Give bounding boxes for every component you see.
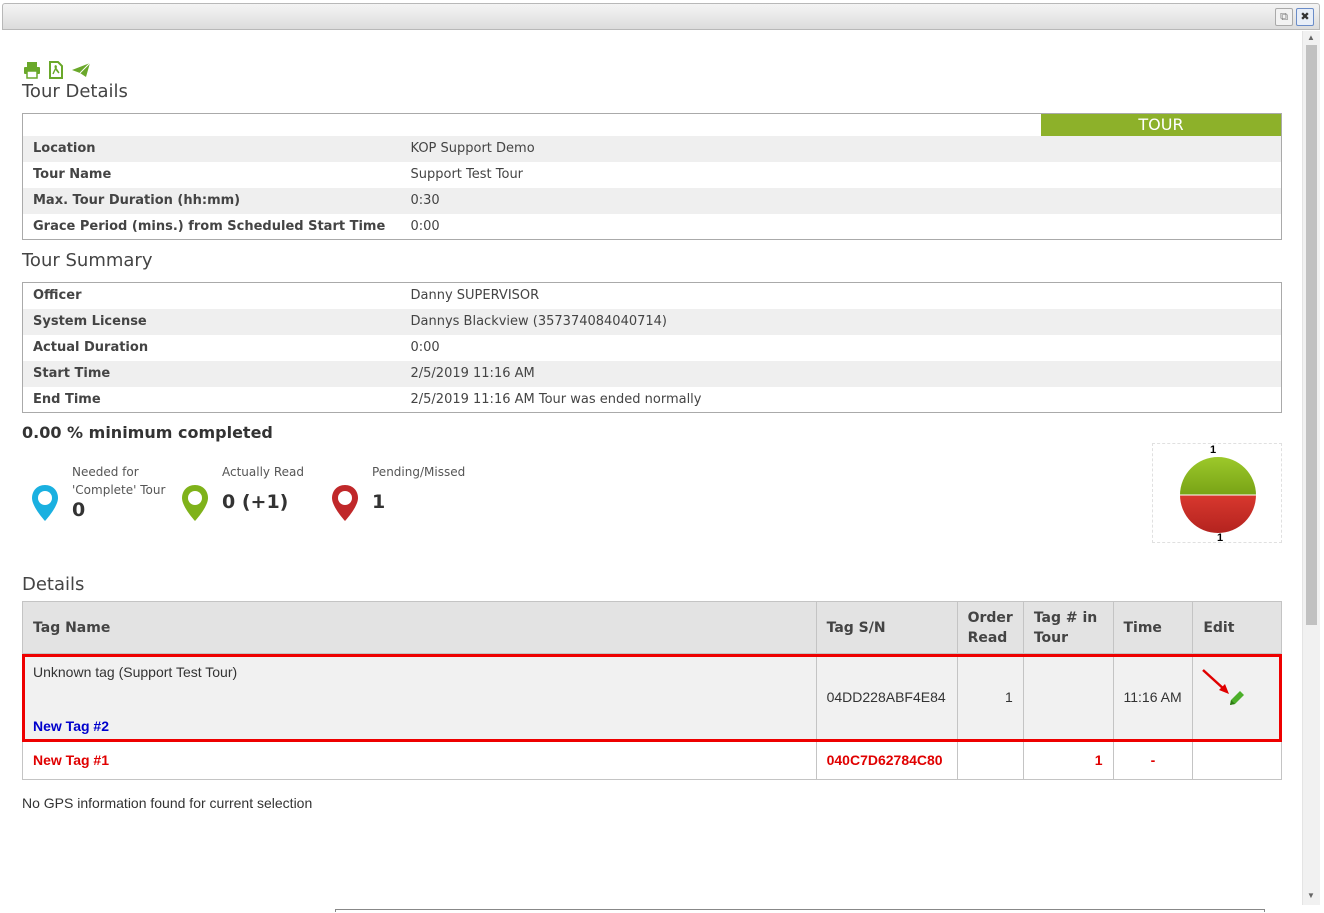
tag-time: 11:16 AM	[1112, 653, 1194, 740]
print-icon[interactable]	[23, 61, 41, 79]
completion-percent: 0.00 % minimum completed	[22, 423, 273, 442]
edit-cell	[1192, 739, 1282, 780]
pencil-icon[interactable]	[1227, 688, 1247, 708]
edit-cell	[1192, 653, 1282, 740]
summary-row-start-time: Start Time 2/5/2019 11:16 AM	[22, 360, 1282, 387]
tag-link[interactable]: New Tag #2	[33, 718, 806, 734]
summary-label: Officer	[33, 288, 82, 304]
map-pin-blue-icon	[32, 485, 58, 521]
map-pin-green-icon	[182, 485, 208, 521]
details-title: Details	[22, 574, 85, 595]
detail-value: 0:30	[400, 187, 1282, 214]
column-header: Edit	[1192, 601, 1282, 654]
summary-row-end-time: End Time 2/5/2019 11:16 AM Tour was ende…	[23, 387, 1282, 413]
tour-badge: TOUR	[1041, 114, 1281, 136]
stat-label: Pending/Missed	[372, 465, 466, 479]
detail-value: KOP Support Demo	[400, 135, 1282, 162]
detail-label: Location	[22, 135, 401, 162]
completion-pie-chart: 1 1	[1152, 443, 1282, 544]
vertical-scrollbar[interactable]: ▲ ▼	[1302, 31, 1320, 905]
order-read: 1	[956, 653, 1024, 740]
stat-label-2: 'Complete' Tour	[72, 483, 166, 497]
summary-value: 2/5/2019 11:16 AM	[400, 360, 1282, 387]
detail-row-tour-name: Tour Name Support Test Tour	[23, 162, 1282, 188]
tag-serial: 040C7D62784C80	[815, 739, 958, 780]
summary-value: 2/5/2019 11:16 AM Tour was ended normall…	[410, 391, 702, 407]
detail-row-location: Location KOP Support Demo	[22, 135, 1282, 162]
send-icon[interactable]	[71, 61, 91, 79]
pie-slice-read	[1180, 457, 1256, 495]
stat-value: 0	[72, 499, 86, 521]
tag-name-cell: Unknown tag (Support Test Tour) New Tag …	[22, 653, 817, 740]
close-icon[interactable]: ✖	[1296, 8, 1314, 26]
scroll-up-icon[interactable]: ▲	[1307, 33, 1315, 42]
summary-label: System License	[22, 308, 401, 335]
summary-value: Danny SUPERVISOR	[410, 288, 540, 304]
summary-label: Start Time	[22, 360, 401, 387]
window-titlebar: ⧉ ✖	[2, 3, 1320, 30]
column-header[interactable]: Time	[1112, 601, 1194, 654]
column-header[interactable]: Tag # in Tour	[1022, 601, 1114, 654]
stat-label: Actually Read	[222, 465, 304, 479]
table-row[interactable]: Unknown tag (Support Test Tour) New Tag …	[22, 653, 1282, 740]
column-header[interactable]: Tag S/N	[815, 601, 958, 654]
tag-name: Unknown tag (Support Test Tour)	[33, 664, 238, 680]
tour-summary-title: Tour Summary	[22, 250, 153, 271]
order-read	[956, 739, 1024, 780]
pie-svg	[1180, 457, 1256, 533]
stat-label: Needed for	[72, 465, 139, 479]
restore-icon[interactable]: ⧉	[1275, 8, 1293, 26]
tag-in-tour: 1	[1022, 739, 1114, 780]
pdf-icon[interactable]	[47, 61, 65, 79]
summary-label: Actual Duration	[33, 340, 149, 355]
map-pin-red-icon	[332, 485, 358, 521]
summary-row-officer: Officer Danny SUPERVISOR	[23, 283, 1282, 309]
summary-value: Dannys Blackview (357374084040714)	[400, 308, 1282, 335]
detail-value: 0:00	[410, 218, 440, 234]
column-header[interactable]: Order Read	[956, 601, 1024, 654]
toolbar	[23, 61, 91, 79]
summary-value: 0:00	[410, 340, 440, 355]
detail-label: Tour Name	[33, 167, 112, 182]
detail-row-max-duration: Max. Tour Duration (hh:mm) 0:30	[22, 187, 1282, 214]
column-header[interactable]: Tag Name	[22, 601, 817, 654]
table-row[interactable]: New Tag #1 040C7D62784C80 1 -	[22, 739, 1282, 780]
tag-in-tour	[1022, 653, 1114, 740]
details-table: Tag Name Tag S/N Order Read Tag # in Tou…	[22, 601, 1282, 780]
report-content: Tour Details Location KOP Support Demo T…	[0, 31, 1302, 911]
summary-row-license: System License Dannys Blackview (3573740…	[22, 308, 1282, 335]
tag-name[interactable]: New Tag #1	[22, 739, 817, 780]
tag-time: -	[1112, 739, 1194, 780]
summary-row-actual-duration: Actual Duration 0:00	[23, 335, 1282, 361]
scroll-down-icon[interactable]: ▼	[1307, 891, 1315, 900]
detail-value: Support Test Tour	[410, 167, 524, 182]
pie-top-label: 1	[1210, 444, 1217, 456]
tour-summary-table: Officer Danny SUPERVISOR System License …	[22, 282, 1282, 413]
pie-bottom-label: 1	[1217, 532, 1224, 544]
scrollbar-thumb[interactable]	[1306, 45, 1317, 625]
pie-slice-missed	[1180, 495, 1256, 533]
tag-serial: 04DD228ABF4E84	[815, 653, 958, 740]
stat-value: 0 (+1)	[222, 491, 289, 513]
stat-value: 1	[372, 491, 386, 513]
detail-label: Max. Tour Duration (hh:mm)	[22, 187, 401, 214]
tour-details-title: Tour Details	[22, 81, 128, 102]
details-header-row: Tag Name Tag S/N Order Read Tag # in Tou…	[22, 601, 1282, 654]
no-gps-message: No GPS information found for current sel…	[22, 795, 313, 811]
summary-label: End Time	[33, 391, 101, 407]
detail-row-grace-period: Grace Period (mins.) from Scheduled Star…	[23, 214, 1282, 240]
detail-label: Grace Period (mins.) from Scheduled Star…	[33, 218, 386, 234]
